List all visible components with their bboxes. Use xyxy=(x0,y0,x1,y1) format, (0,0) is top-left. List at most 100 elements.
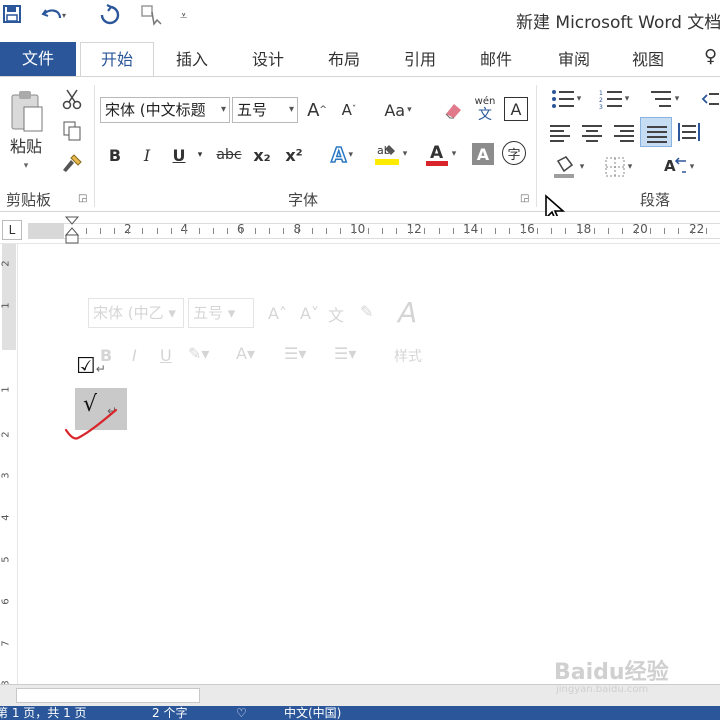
vertical-ruler[interactable]: 2112345678 xyxy=(0,244,18,687)
mini-styles-icon[interactable]: A xyxy=(398,296,417,329)
customize-icon[interactable]: ⩡ xyxy=(180,4,187,30)
tab-references[interactable]: 引用 xyxy=(404,46,436,70)
ruler-tick xyxy=(466,228,468,234)
checkbox-symbol[interactable]: ☑ xyxy=(76,354,96,379)
justify-button[interactable] xyxy=(640,117,672,147)
highlight-button[interactable]: ab ▾ xyxy=(368,139,412,169)
indent-marker-icon[interactable] xyxy=(64,216,80,246)
font-name-combo[interactable]: 宋体 (中文标题 ▾ xyxy=(100,97,230,123)
ruler-tick xyxy=(100,228,102,234)
window-title: 新建 Microsoft Word 文档 xyxy=(516,13,720,33)
mini-toolbar[interactable]: 宋体 (中乙 ▾ 五号 ▾ A˄ A˅ 文 ✎ A B I U ✎▾ A▾ ☰▾… xyxy=(88,296,448,372)
mini-format-painter-icon[interactable]: ✎ xyxy=(360,302,373,321)
tab-review[interactable]: 审阅 xyxy=(558,46,590,70)
phonetic-guide-button[interactable]: wén 文 xyxy=(472,93,498,125)
horizontal-ruler[interactable]: L 246810121416182022 xyxy=(0,216,720,244)
clipboard-launcher-icon[interactable]: ◲ xyxy=(78,193,87,204)
mini-font-name-combo[interactable]: 宋体 (中乙 ▾ xyxy=(88,298,184,328)
ruler-tick xyxy=(339,228,341,234)
mini-styles-label[interactable]: 样式 xyxy=(394,346,422,366)
enclose-characters-button[interactable]: 字 xyxy=(502,141,526,165)
underline-button[interactable]: U xyxy=(168,143,190,167)
status-bar: 第 1 页，共 1 页 2 个字 ♡ 中文(中国) xyxy=(0,706,720,720)
bullets-button[interactable]: ▾ xyxy=(546,87,586,111)
word-count[interactable]: 2 个字 xyxy=(152,706,187,720)
decrease-indent-icon[interactable] xyxy=(700,87,720,111)
ruler-tick xyxy=(311,228,313,234)
mini-font-size-combo[interactable]: 五号 ▾ xyxy=(188,298,254,328)
phonetic-guide-top: wén xyxy=(474,95,496,107)
ruler-tick xyxy=(664,228,666,234)
strikethrough-button[interactable]: abc xyxy=(214,143,244,167)
mini-highlight-icon[interactable]: ✎▾ xyxy=(188,344,209,363)
font-color-button[interactable]: A ▾ xyxy=(418,139,462,169)
character-border-button[interactable]: A xyxy=(504,97,528,121)
mini-italic-button[interactable]: I xyxy=(132,346,137,365)
language-indicator[interactable]: 中文(中国) xyxy=(284,706,341,720)
align-left-icon[interactable] xyxy=(550,125,570,145)
save-icon[interactable] xyxy=(2,4,22,30)
bold-button[interactable]: B xyxy=(104,143,126,167)
ruler-number: 20 xyxy=(632,222,648,236)
multilevel-list-button[interactable]: ▾ xyxy=(644,87,684,111)
paste-dropdown-icon[interactable]: ▾ xyxy=(6,159,46,173)
tab-mailings[interactable]: 邮件 xyxy=(480,46,512,70)
mini-grow-font-icon[interactable]: A˄ xyxy=(268,304,287,323)
borders-button[interactable]: ▾ xyxy=(596,153,640,181)
chevron-down-icon: ▾ xyxy=(288,104,294,115)
format-painter-icon[interactable] xyxy=(60,151,84,175)
svg-text:A: A xyxy=(664,157,676,175)
mini-font-size-value: 五号 xyxy=(193,304,224,322)
paste-button-label[interactable]: 粘贴 xyxy=(6,135,46,156)
shading-button[interactable]: ▾ xyxy=(546,153,590,181)
superscript-button[interactable]: x² xyxy=(282,143,306,167)
mini-shrink-font-icon[interactable]: A˅ xyxy=(300,304,319,323)
page-count[interactable]: 第 1 页，共 1 页 xyxy=(0,706,87,720)
font-launcher-icon[interactable]: ◲ xyxy=(520,193,529,204)
copy-icon[interactable] xyxy=(60,119,84,143)
mini-underline-button[interactable]: U xyxy=(160,346,172,365)
vertical-ruler-number: 7 xyxy=(0,640,12,647)
sort-button[interactable]: A ▾ xyxy=(656,153,700,181)
font-size-combo[interactable]: 五号 ▾ xyxy=(232,97,298,123)
clear-formatting-icon[interactable] xyxy=(440,97,466,123)
tab-layout[interactable]: 布局 xyxy=(328,46,360,70)
tab-home[interactable]: 开始 xyxy=(80,42,154,78)
subscript-button[interactable]: x₂ xyxy=(250,143,274,167)
tab-file[interactable]: 文件 xyxy=(0,42,76,76)
ruler-tick xyxy=(621,228,623,234)
ruler-tick xyxy=(565,228,567,234)
mini-bullets-icon[interactable]: ☰▾ xyxy=(284,344,306,363)
ruler-tick xyxy=(635,228,637,234)
align-center-icon[interactable] xyxy=(582,125,602,145)
cut-icon[interactable] xyxy=(60,87,84,111)
mini-phonetic-icon[interactable]: 文 xyxy=(328,302,344,326)
change-case-button[interactable]: Aa ▾ xyxy=(376,97,420,123)
paste-icon[interactable] xyxy=(6,87,46,137)
checkbox-paragraph[interactable]: ☑↵ xyxy=(76,354,106,379)
ruler-tick xyxy=(128,228,130,234)
distributed-icon[interactable] xyxy=(676,119,702,145)
shrink-font-button[interactable]: Aˇ xyxy=(336,97,362,123)
grow-font-button[interactable]: A ^ xyxy=(304,97,330,123)
character-shading-button[interactable]: A xyxy=(472,143,494,165)
tab-stop-selector[interactable]: L xyxy=(2,220,22,240)
touch-mode-icon[interactable] xyxy=(140,4,166,34)
tab-insert[interactable]: 插入 xyxy=(176,46,208,70)
mini-numbering-icon[interactable]: ☰▾ xyxy=(334,344,356,363)
text-effects-button[interactable]: A ▾ xyxy=(322,141,362,169)
tab-design[interactable]: 设计 xyxy=(252,46,284,70)
redo-icon[interactable] xyxy=(98,4,122,32)
underline-dropdown-icon[interactable]: ▾ xyxy=(194,143,206,167)
mini-font-color-icon[interactable]: A▾ xyxy=(236,344,255,363)
proofing-icon[interactable]: ♡ xyxy=(236,706,247,720)
undo-icon[interactable]: ▾ xyxy=(40,4,66,32)
tell-me-icon[interactable]: ♀ xyxy=(704,46,717,67)
ruler-tick xyxy=(537,228,539,234)
numbering-button[interactable]: 1 2 3 ▾ xyxy=(594,87,634,111)
align-right-icon[interactable] xyxy=(614,125,634,145)
horizontal-scrollbar-thumb[interactable] xyxy=(16,688,200,703)
tab-view[interactable]: 视图 xyxy=(632,46,664,70)
paragraph-group-label: 段落 xyxy=(640,191,671,209)
italic-button[interactable]: I xyxy=(136,143,158,167)
